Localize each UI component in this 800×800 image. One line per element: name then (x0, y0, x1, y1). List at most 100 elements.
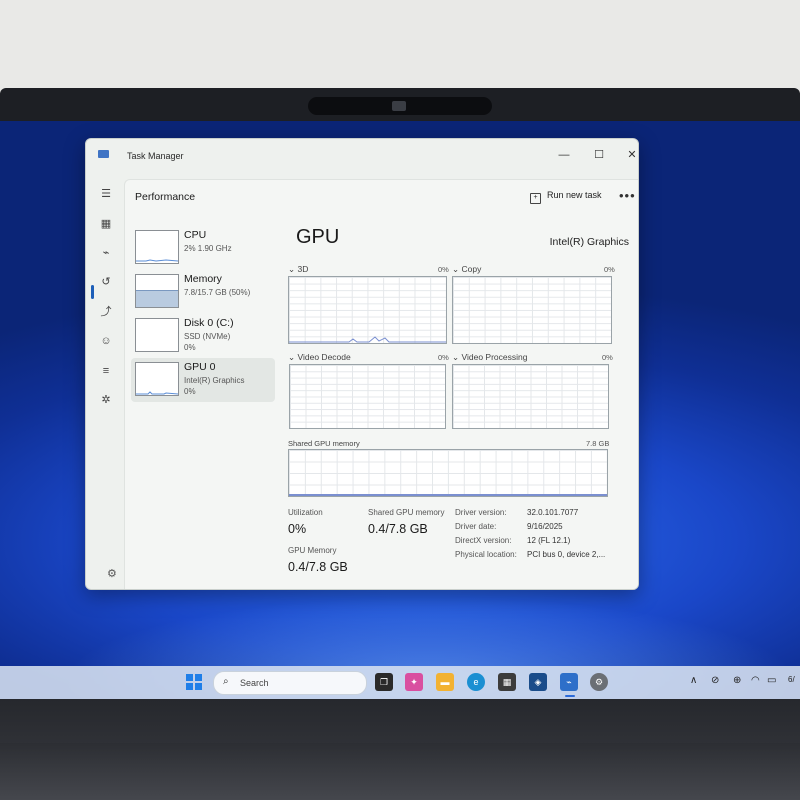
graph-video-processing-label[interactable]: ⌄ Video Processing (452, 352, 527, 363)
minimize-button[interactable]: — (552, 145, 576, 165)
device-name: GPU 0 (184, 361, 216, 373)
graph-3d-name: 3D (297, 264, 309, 274)
close-button[interactable]: ✕ (620, 145, 638, 165)
shared-memory-graph-max: 7.8 GB (586, 439, 610, 448)
device-cpu[interactable]: CPU 2% 1.90 GHz (131, 226, 275, 270)
settings-taskbar-icon[interactable]: ⚙ (590, 673, 608, 691)
more-options-button[interactable]: ••• (619, 188, 636, 203)
maximize-button[interactable]: ☐ (587, 145, 611, 165)
file-explorer-icon[interactable]: ▬ (436, 673, 454, 691)
users-icon[interactable]: ☺ (99, 334, 113, 348)
device-usage: 7.8/15.7 GB (50%) (184, 288, 251, 297)
processes-icon[interactable]: ▦ (99, 217, 113, 231)
graph-copy-name: Copy (461, 264, 482, 274)
cpu-thumbnail-graph (135, 230, 179, 264)
widgets-icon[interactable]: ✦ (405, 673, 423, 691)
startup-apps-icon[interactable]: ⤴ (99, 305, 113, 319)
globe-icon[interactable]: ⊕ (733, 675, 741, 686)
window-title: Task Manager (127, 151, 184, 161)
app-history-icon[interactable]: ↺ (99, 275, 113, 289)
device-gpu[interactable]: GPU 0 Intel(R) Graphics 0% (131, 358, 275, 402)
graph-3d-percent: 0% (438, 265, 449, 274)
search-placeholder: Search (240, 678, 269, 688)
physical-location-value: PCI bus 0, device 2,... (527, 550, 606, 559)
device-disk[interactable]: Disk 0 (C:) SSD (NVMe) 0% (131, 314, 275, 358)
task-manager-app-icon (98, 150, 109, 158)
gpu-detail-panel: GPU Intel(R) Graphics ⌄ 3D 0% ⌄ Copy 0% … (288, 220, 633, 589)
details-icon[interactable]: ≡ (99, 364, 113, 378)
driver-version-label: Driver version: (455, 508, 507, 517)
clock-date[interactable]: 6/ (788, 675, 795, 684)
page-title: Performance (135, 191, 196, 203)
graph-copy (452, 276, 612, 344)
settings-gear-icon[interactable]: ⚙ (107, 567, 117, 580)
gpu-model-name: Intel(R) Graphics (549, 236, 629, 248)
services-icon[interactable]: ✲ (99, 393, 113, 407)
laptop-hinge (0, 743, 800, 800)
directx-version-value: 12 (FL 12.1) (527, 536, 571, 545)
shared-memory-fill (289, 494, 607, 496)
device-model: Intel(R) Graphics (184, 376, 245, 385)
physical-location-label: Physical location: (455, 550, 517, 559)
page-header: Performance + Run new task ••• (125, 180, 638, 216)
network-status-icon[interactable]: ⊘ (711, 675, 719, 686)
cpu-thumbnail-line (136, 259, 179, 262)
taskbar: ⌕ Search ❐ ✦ ▬ e ▦ ◈ ⌁ ⚙ ∧ ⊘ ⊕ ◠ ▭ 6/ (0, 666, 800, 699)
app-icon[interactable]: ◈ (529, 673, 547, 691)
hamburger-menu-icon[interactable]: ☰ (99, 187, 113, 201)
navigation-rail: ☰ ▦ ⌁ ↺ ⤴ ☺ ≡ ✲ (86, 175, 124, 589)
graph-video-processing (452, 364, 609, 429)
graph-video-processing-name: Video Processing (461, 352, 528, 362)
task-manager-taskbar-icon[interactable]: ⌁ (560, 673, 578, 691)
graph-video-decode-label[interactable]: ⌄ Video Decode (288, 352, 351, 363)
graph-video-decode-percent: 0% (438, 353, 449, 362)
battery-icon[interactable]: ▭ (767, 675, 776, 686)
edge-browser-icon[interactable]: e (467, 673, 485, 691)
device-list: CPU 2% 1.90 GHz Memory 7.8/15.7 GB (50%)… (125, 220, 281, 589)
directx-version-label: DirectX version: (455, 536, 512, 545)
windows-logo-quad (186, 683, 193, 690)
driver-version-value: 32.0.101.7077 (527, 508, 579, 517)
graph-3d (288, 276, 447, 344)
task-view-icon[interactable]: ❐ (375, 673, 393, 691)
device-memory[interactable]: Memory 7.8/15.7 GB (50%) (131, 270, 275, 314)
store-icon[interactable]: ▦ (498, 673, 516, 691)
memory-fill (136, 290, 178, 307)
utilization-value: 0% (288, 522, 307, 536)
run-new-task-label: Run new task (547, 190, 602, 200)
laptop-lower-frame (0, 699, 800, 800)
gpu-memory-value: 0.4/7.8 GB (288, 560, 348, 574)
windows-logo-quad (195, 674, 202, 681)
disk-thumbnail-graph (135, 318, 179, 352)
gpu-memory-label: GPU Memory (288, 546, 337, 555)
device-name: Disk 0 (C:) (184, 317, 234, 329)
search-icon: ⌕ (223, 676, 229, 687)
device-usage: 0% (184, 343, 196, 352)
detail-title: GPU (296, 226, 340, 248)
device-name: CPU (184, 229, 207, 241)
graph-video-decode (289, 364, 446, 429)
webcam-lens (392, 101, 406, 111)
performance-pane: Performance + Run new task ••• CPU 2% 1.9… (124, 179, 638, 589)
graph-3d-label[interactable]: ⌄ 3D (288, 264, 308, 275)
windows-logo-quad (195, 683, 202, 690)
title-bar[interactable]: Task Manager — ☐ ✕ (86, 139, 638, 175)
performance-icon[interactable]: ⌁ (99, 246, 113, 260)
tray-chevron-icon[interactable]: ∧ (690, 675, 697, 686)
driver-date-label: Driver date: (455, 522, 497, 531)
shared-gpu-memory-label: Shared GPU memory (368, 508, 445, 517)
shared-memory-graph (288, 449, 608, 497)
active-app-indicator (565, 695, 575, 697)
active-indicator (91, 285, 94, 299)
run-new-task-button[interactable]: + Run new task (530, 190, 602, 204)
start-button[interactable] (186, 674, 202, 690)
graph-copy-label[interactable]: ⌄ Copy (452, 264, 481, 275)
utilization-label: Utilization (288, 508, 323, 517)
device-name: Memory (184, 273, 222, 285)
driver-date-value: 9/16/2025 (527, 522, 563, 531)
gpu-thumbnail-graph (135, 362, 179, 396)
device-usage: 0% (184, 387, 196, 396)
windows-logo-icon (186, 674, 193, 681)
wifi-icon[interactable]: ◠ (751, 675, 760, 686)
taskbar-search-box[interactable]: ⌕ Search (213, 671, 367, 695)
